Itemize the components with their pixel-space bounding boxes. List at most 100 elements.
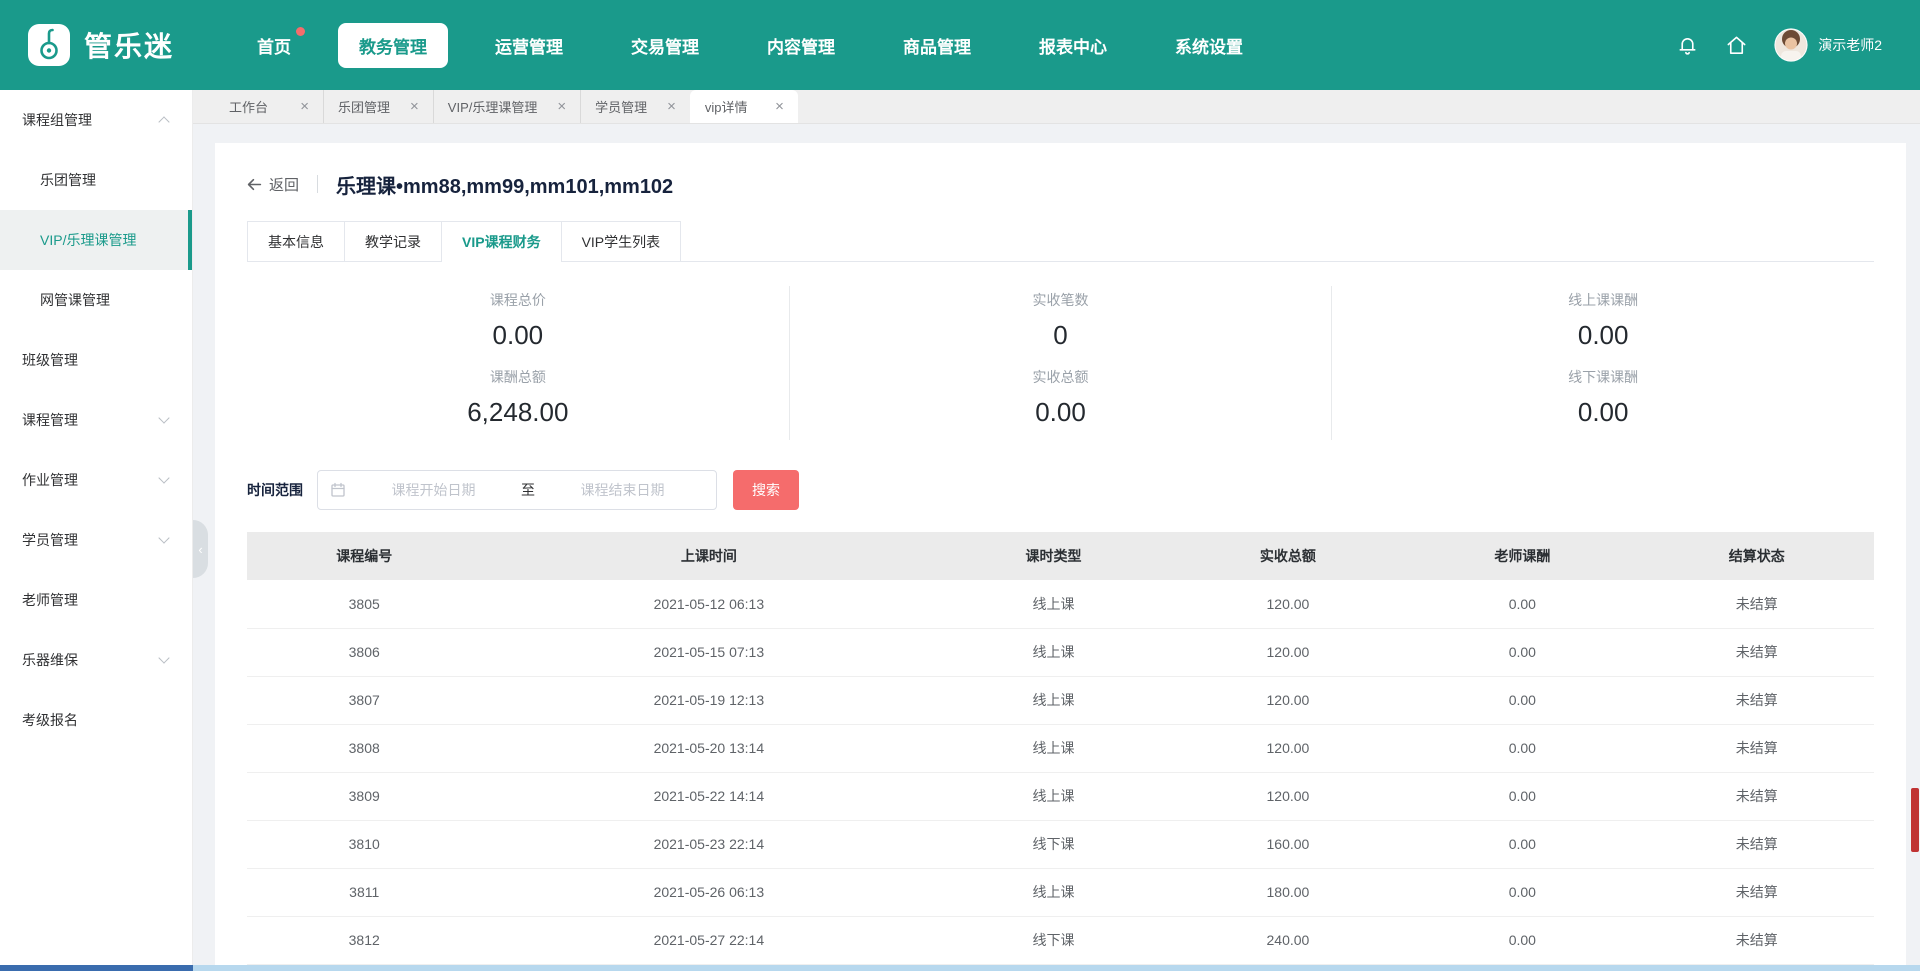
home-icon[interactable] (1725, 34, 1748, 57)
sidebar-item-label: 班级管理 (22, 350, 78, 370)
close-icon[interactable]: × (557, 99, 566, 114)
sidebar-item-label: 乐团管理 (40, 170, 96, 190)
sidebar-item-label: 作业管理 (22, 470, 78, 490)
sidebar-item[interactable]: 乐器维保 (0, 630, 192, 690)
table-cell: 未结算 (1640, 724, 1874, 772)
sidebar-item[interactable]: 学员管理 (0, 510, 192, 570)
table-cell: 未结算 (1640, 868, 1874, 916)
start-date-input[interactable] (352, 481, 515, 499)
sidebar-collapse-handle[interactable]: ‹ (193, 520, 208, 578)
window-tab-label: vip详情 (705, 97, 748, 116)
table-cell: 160.00 (1171, 820, 1405, 868)
stat-column: 线上课课酬0.00线下课课酬0.00 (1331, 286, 1874, 440)
chevron-down-icon (158, 652, 169, 663)
search-button[interactable]: 搜索 (733, 470, 799, 510)
table-cell: 3810 (247, 820, 481, 868)
column-header: 实收总额 (1171, 532, 1405, 580)
date-range-input[interactable]: 至 (317, 470, 717, 510)
table-row: 38102021-05-23 22:14线下课160.000.00未结算 (247, 820, 1874, 868)
sidebar-item-label: 老师管理 (22, 590, 78, 610)
vertical-scrollbar-thumb[interactable] (1911, 788, 1919, 852)
table-cell: 0.00 (1405, 820, 1639, 868)
table-cell: 120.00 (1171, 772, 1405, 820)
top-navbar: 管乐迷 首页教务管理运营管理交易管理内容管理商品管理报表中心系统设置 (0, 0, 1920, 90)
table-header-row: 课程编号上课时间课时类型实收总额老师课酬结算状态 (247, 532, 1874, 580)
table-cell: 0.00 (1405, 628, 1639, 676)
stat-value: 0.00 (790, 397, 1332, 428)
sidebar-item[interactable]: 作业管理 (0, 450, 192, 510)
table-cell: 未结算 (1640, 772, 1874, 820)
table-row: 38062021-05-15 07:13线上课120.000.00未结算 (247, 628, 1874, 676)
sidebar-item[interactable]: 课程组管理 (0, 90, 192, 150)
window-tab[interactable]: VIP/乐理课管理× (433, 90, 580, 123)
nav-item[interactable]: 系统设置 (1154, 23, 1264, 68)
sidebar-item-label: 考级报名 (22, 710, 78, 730)
table-cell: 2021-05-26 06:13 (481, 868, 936, 916)
table-cell: 3812 (247, 916, 481, 964)
back-button[interactable]: 返回 (247, 174, 299, 195)
horizontal-scrollbar-thumb[interactable] (0, 965, 193, 971)
window-tab[interactable]: vip详情 × (690, 90, 798, 123)
nav-item[interactable]: 内容管理 (746, 23, 856, 68)
sidebar: 课程组管理乐团管理 VIP/乐理课管理网管课管理班级管理课程管理作业管理学员管理老… (0, 90, 193, 971)
column-header: 上课时间 (481, 532, 936, 580)
sidebar-item[interactable]: 网管课管理 (0, 270, 192, 330)
sidebar-item-label: 乐器维保 (22, 650, 78, 670)
column-header: 课程编号 (247, 532, 481, 580)
bell-icon[interactable] (1676, 34, 1699, 57)
sidebar-item[interactable]: 乐团管理 (0, 150, 192, 210)
nav-item[interactable]: 商品管理 (882, 23, 992, 68)
nav-item[interactable]: 交易管理 (610, 23, 720, 68)
sidebar-item-label: 网管课管理 (40, 290, 110, 310)
detail-tab[interactable]: VIP学生列表 (561, 221, 682, 261)
sidebar-item[interactable]: 课程管理 (0, 390, 192, 450)
nav-item-label: 系统设置 (1175, 38, 1243, 57)
table-row: 38052021-05-12 06:13线上课120.000.00未结算 (247, 580, 1874, 628)
nav-item-label: 教务管理 (359, 38, 427, 57)
sidebar-item[interactable]: VIP/乐理课管理 (0, 210, 192, 270)
end-date-input[interactable] (541, 481, 704, 499)
table-cell: 3806 (247, 628, 481, 676)
window-tab[interactable]: 乐团管理× (323, 90, 433, 123)
nav-item[interactable]: 首页 (236, 23, 312, 68)
detail-tab[interactable]: 教学记录 (344, 221, 442, 261)
table-cell: 0.00 (1405, 868, 1639, 916)
close-icon[interactable]: × (667, 99, 676, 114)
table-cell: 3809 (247, 772, 481, 820)
stat-label: 线下课课酬 (1332, 367, 1874, 387)
close-icon[interactable]: × (775, 99, 784, 114)
table-row: 38082021-05-20 13:14线上课120.000.00未结算 (247, 724, 1874, 772)
range-separator: 至 (515, 480, 541, 500)
chevron-down-icon (158, 472, 169, 483)
table-cell: 2021-05-12 06:13 (481, 580, 936, 628)
stat-label: 线上课课酬 (1332, 290, 1874, 310)
back-label: 返回 (269, 174, 299, 195)
sidebar-item[interactable]: 老师管理 (0, 570, 192, 630)
table-cell: 180.00 (1171, 868, 1405, 916)
notification-dot (296, 27, 305, 36)
nav-item[interactable]: 教务管理 (338, 23, 448, 68)
table-cell: 0.00 (1405, 580, 1639, 628)
sidebar-item[interactable]: 班级管理 (0, 330, 192, 390)
sidebar-item-label: 学员管理 (22, 530, 78, 550)
window-tab[interactable]: 学员管理× (580, 90, 690, 123)
detail-tab[interactable]: 基本信息 (247, 221, 345, 261)
sidebar-item[interactable]: 考级报名 (0, 690, 192, 750)
detail-tab[interactable]: VIP课程财务 (441, 221, 562, 261)
close-icon[interactable]: × (300, 99, 309, 114)
stat-value: 6,248.00 (247, 397, 789, 428)
chevron-down-icon (158, 532, 169, 543)
detail-tabs: 基本信息教学记录VIP课程财务VIP学生列表 (247, 221, 1874, 262)
nav-item-label: 运营管理 (495, 38, 563, 57)
sidebar-item-label: VIP/乐理课管理 (40, 230, 136, 250)
window-tab-label: 工作台 (229, 97, 268, 116)
table-cell: 120.00 (1171, 580, 1405, 628)
close-icon[interactable]: × (410, 99, 419, 114)
column-header: 老师课酬 (1405, 532, 1639, 580)
nav-item[interactable]: 报表中心 (1018, 23, 1128, 68)
table-row: 38112021-05-26 06:13线上课180.000.00未结算 (247, 868, 1874, 916)
table-cell: 120.00 (1171, 676, 1405, 724)
user-menu[interactable]: 演示老师2 (1774, 28, 1882, 62)
nav-item[interactable]: 运营管理 (474, 23, 584, 68)
window-tab[interactable]: 工作台 × (215, 90, 323, 123)
